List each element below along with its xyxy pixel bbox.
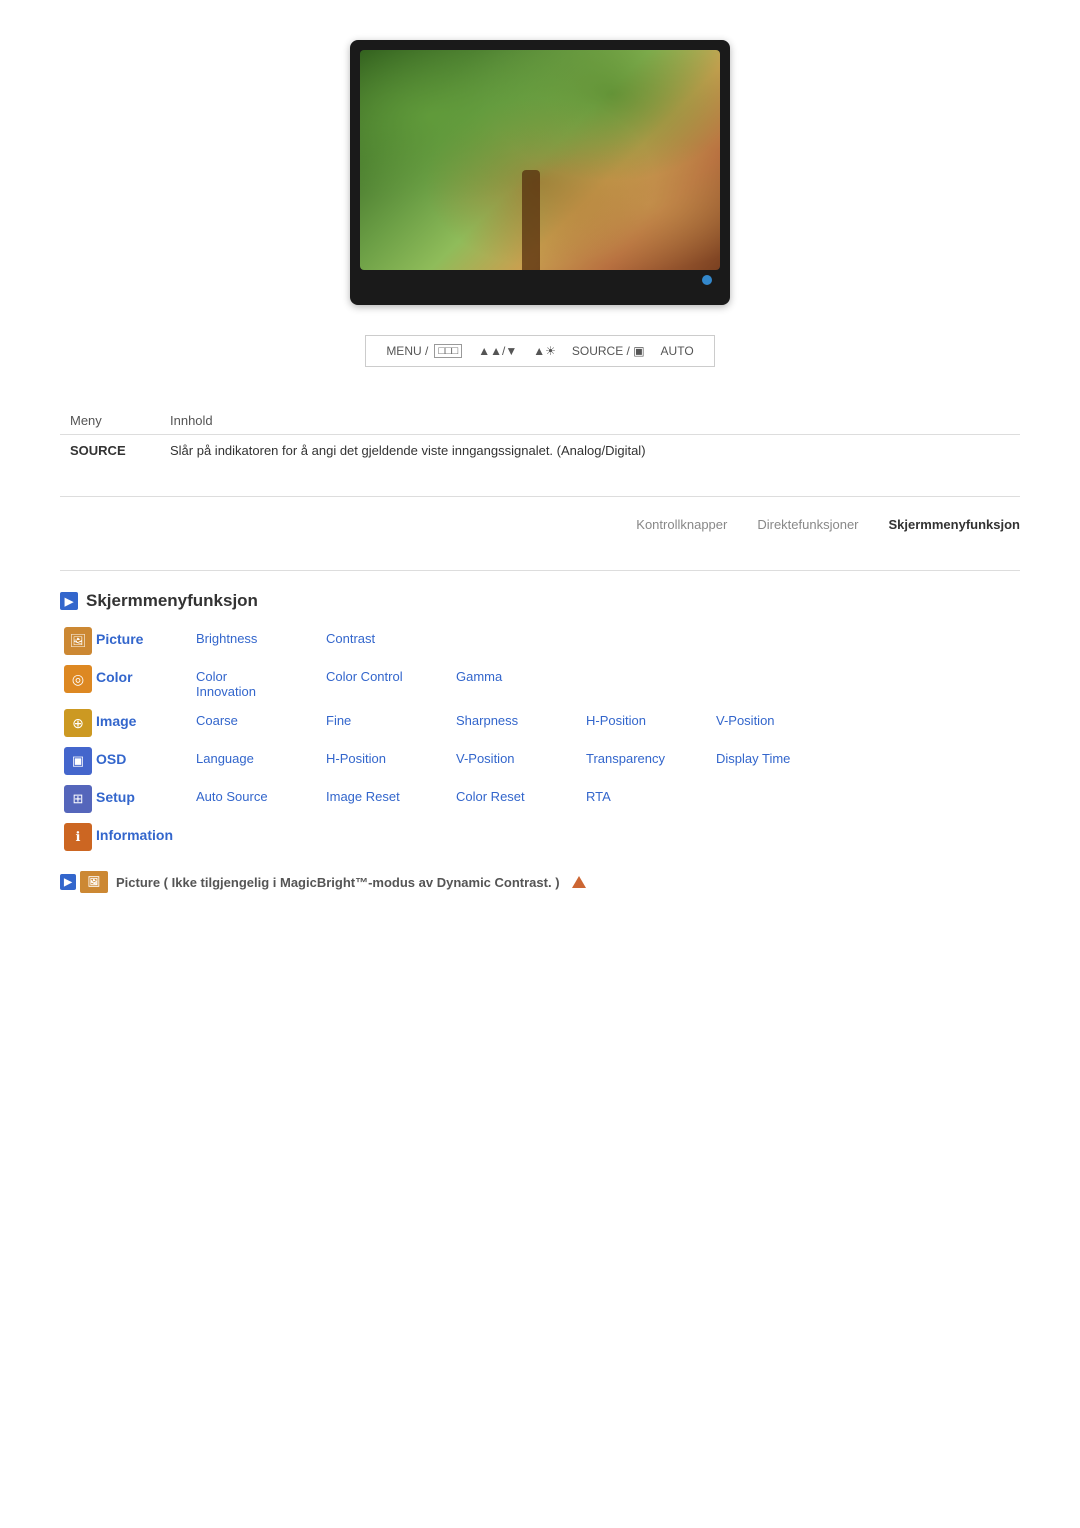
color-control-link[interactable]: Color Control — [326, 665, 456, 684]
setup-icon-cell: ⊞ — [60, 785, 96, 813]
coarse-link[interactable]: Coarse — [196, 709, 326, 728]
h-position-image-link[interactable]: H-Position — [586, 709, 716, 728]
transparency-link[interactable]: Transparency — [586, 747, 716, 766]
v-position-image-link[interactable]: V-Position — [716, 709, 846, 728]
monitor-bottom-bar — [360, 270, 720, 285]
note-icons: ▶ 🖼 — [60, 871, 108, 893]
picture-icon-symbol: 🖼 — [70, 633, 87, 649]
bottom-note-text: Picture ( Ikke tilgjengelig i MagicBrigh… — [116, 875, 560, 890]
control-sun: ▲☀ — [533, 344, 556, 358]
setup-label[interactable]: Setup — [96, 785, 196, 805]
control-bar-container: MENU / □□□ ▲▲/▼ ▲☀ SOURCE / ▣ AUTO — [60, 335, 1020, 367]
tab-kontrollknapper[interactable]: Kontrollknapper — [636, 517, 727, 532]
note-icon-picture: 🖼 — [80, 871, 108, 893]
divider — [60, 496, 1020, 497]
rta-link[interactable]: RTA — [586, 785, 716, 804]
osd-icon: ▣ — [64, 747, 92, 775]
table-cell-content: Slår på indikatoren for å angi det gjeld… — [160, 435, 1020, 467]
image-icon-symbol: ⊕ — [72, 715, 84, 732]
control-source: SOURCE / ▣ — [572, 344, 645, 358]
language-link[interactable]: Language — [196, 747, 326, 766]
table-cell-label: SOURCE — [60, 435, 160, 467]
v-position-osd-link[interactable]: V-Position — [456, 747, 586, 766]
table-row: SOURCE Slår på indikatoren for å angi de… — [60, 435, 1020, 467]
osd-label[interactable]: OSD — [96, 747, 196, 767]
arrow-right-icon: ▶ — [65, 595, 73, 608]
control-auto: AUTO — [661, 344, 694, 358]
tab-direktefunksjoner[interactable]: Direktefunksjoner — [757, 517, 858, 532]
control-menu: MENU / □□□ — [386, 344, 462, 358]
fine-link[interactable]: Fine — [326, 709, 456, 728]
nav-tabs: Kontrollknapper Direktefunksjoner Skjerm… — [60, 517, 1020, 540]
information-icon-symbol: ℹ — [76, 829, 81, 845]
image-label[interactable]: Image — [96, 709, 196, 729]
section-icon: ▶ — [60, 592, 78, 610]
osd-icon-symbol: ▣ — [72, 753, 84, 769]
note-icon-blue: ▶ — [60, 874, 76, 890]
brightness-link[interactable]: Brightness — [196, 627, 326, 646]
color-icon-symbol: ◎ — [72, 671, 84, 688]
table-header-menu: Meny — [60, 407, 160, 435]
display-time-link[interactable]: Display Time — [716, 747, 846, 766]
section-header: ▶ Skjermmenyfunksjon — [60, 591, 1020, 611]
image-reset-link[interactable]: Image Reset — [326, 785, 456, 804]
h-position-osd-link[interactable]: H-Position — [326, 747, 456, 766]
setup-icon-symbol: ⊞ — [73, 791, 84, 807]
osd-icon-cell: ▣ — [60, 747, 96, 775]
color-label[interactable]: Color — [96, 665, 196, 685]
menu-grid: 🖼 Picture Brightness Contrast ◎ Color Co… — [60, 627, 1020, 851]
control-brightness: ▲▲/▼ — [478, 344, 517, 358]
contrast-link[interactable]: Contrast — [326, 627, 456, 646]
section-title: Skjermmenyfunksjon — [86, 591, 258, 611]
gamma-link[interactable]: Gamma — [456, 665, 586, 684]
color-reset-link[interactable]: Color Reset — [456, 785, 586, 804]
table-header-content: Innhold — [160, 407, 1020, 435]
tab-skjermmenyfunksjon[interactable]: Skjermmenyfunksjon — [889, 517, 1021, 532]
sharpness-link[interactable]: Sharpness — [456, 709, 586, 728]
monitor-display — [350, 40, 730, 305]
monitor-screen — [360, 50, 720, 270]
information-icon-cell: ℹ — [60, 823, 96, 851]
color-icon: ◎ — [64, 665, 92, 693]
source-table-section: Meny Innhold SOURCE Slår på indikatoren … — [60, 407, 1020, 466]
picture-icon-cell: 🖼 — [60, 627, 96, 655]
picture-label[interactable]: Picture — [96, 627, 196, 647]
color-innovation-link[interactable]: ColorInnovation — [196, 665, 326, 699]
image-icon: ⊕ — [64, 709, 92, 737]
image-icon-cell: ⊕ — [60, 709, 96, 737]
monitor-led — [702, 275, 712, 285]
information-icon: ℹ — [64, 823, 92, 851]
color-icon-cell: ◎ — [60, 665, 96, 693]
divider2 — [60, 570, 1020, 571]
bottom-note: ▶ 🖼 Picture ( Ikke tilgjengelig i MagicB… — [60, 871, 1020, 893]
source-table: Meny Innhold SOURCE Slår på indikatoren … — [60, 407, 1020, 466]
auto-source-link[interactable]: Auto Source — [196, 785, 326, 804]
picture-icon: 🖼 — [64, 627, 92, 655]
information-label[interactable]: Information — [96, 823, 196, 843]
triangle-up-icon — [572, 876, 586, 888]
monitor-section — [60, 40, 1020, 305]
control-bar: MENU / □□□ ▲▲/▼ ▲☀ SOURCE / ▣ AUTO — [365, 335, 714, 367]
setup-icon: ⊞ — [64, 785, 92, 813]
